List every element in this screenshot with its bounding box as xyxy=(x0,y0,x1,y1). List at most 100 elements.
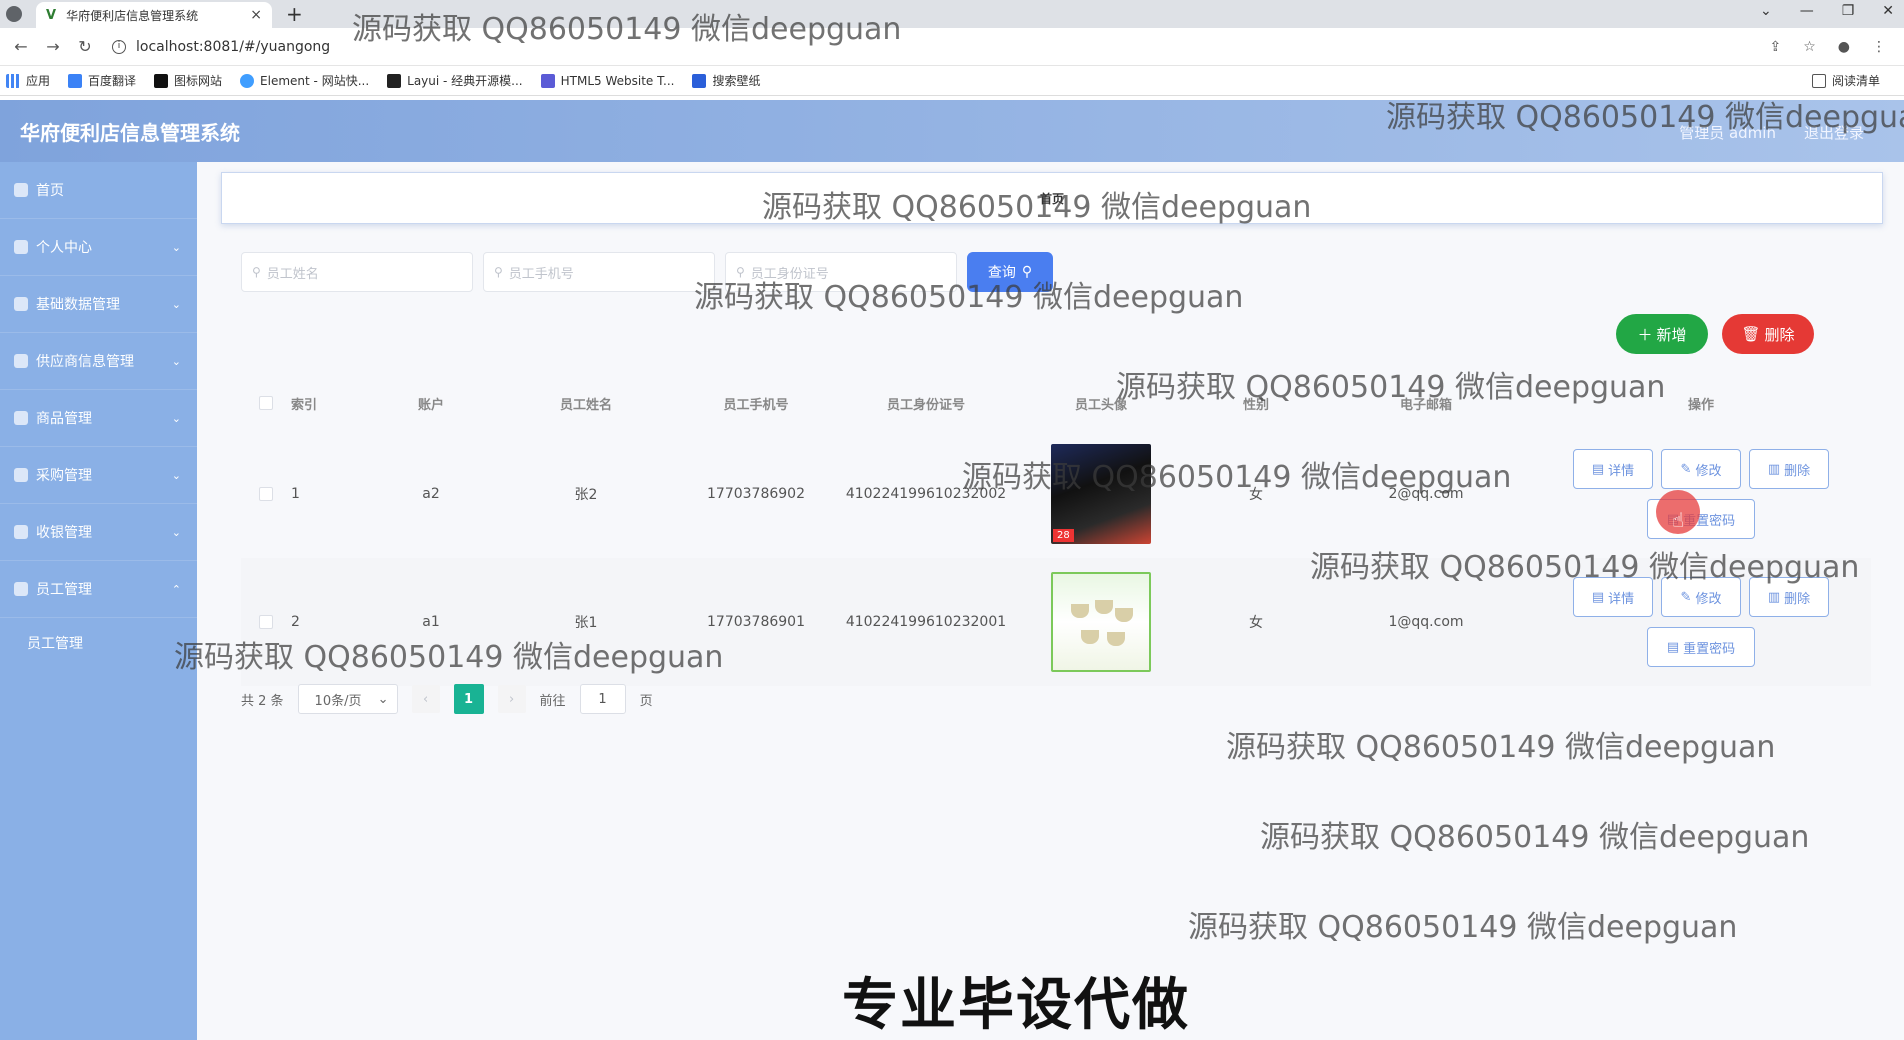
reload-icon[interactable]: ↻ xyxy=(72,37,98,56)
vue-favicon-icon: V xyxy=(46,7,57,23)
reading-list[interactable]: 阅读清单 xyxy=(1811,72,1880,89)
sidebar-item-cashier[interactable]: 收银管理 ⌄ xyxy=(0,504,197,561)
browser-menu-icon[interactable] xyxy=(6,6,22,22)
close-window-icon[interactable]: ✕ xyxy=(1882,3,1894,19)
bookmark-item[interactable]: Layui - 经典开源模... xyxy=(387,72,523,89)
cell-operations: ▤详情 ✎修改 ▥删除 ▤重置密码 xyxy=(1531,449,1871,539)
page-number-current[interactable]: 1 xyxy=(453,684,484,714)
sidebar: 首页 个人中心 ⌄ 基础数据管理 ⌄ 供应商信息管理 ⌄ 商品管理 ⌄ 采购管理 ⌄ 收银… xyxy=(0,162,197,1040)
col-idcard: 员工身份证号 xyxy=(886,397,965,413)
goto-prefix: 前往 xyxy=(539,693,566,709)
user-icon xyxy=(14,240,28,254)
sidebar-item-supplier[interactable]: 供应商信息管理 ⌄ xyxy=(0,333,197,390)
sidebar-item-label: 商品管理 xyxy=(36,411,92,427)
cell-account: a1 xyxy=(422,614,440,630)
staff-phone-input[interactable]: ⚲ 员工手机号 xyxy=(483,252,715,292)
bookmark-label: 应用 xyxy=(26,74,51,88)
url-text: localhost:8081/#/yuangong xyxy=(136,38,331,55)
select-all-checkbox[interactable] xyxy=(241,396,291,410)
bookmark-star-icon[interactable]: ☆ xyxy=(1803,39,1816,55)
detail-button[interactable]: ▤ 详情 xyxy=(1573,449,1653,489)
sidebar-item-label: 基础数据管理 xyxy=(36,297,120,313)
restore-icon[interactable]: ❐ xyxy=(1842,3,1855,19)
bookmark-apps[interactable]: 应用 xyxy=(6,72,50,89)
back-icon[interactable]: ← xyxy=(8,37,34,56)
add-button[interactable]: ＋新增 xyxy=(1616,314,1708,354)
tab-search-icon[interactable]: ⌄ xyxy=(1760,3,1772,19)
chevron-down-icon: ⌄ xyxy=(171,240,181,254)
sidebar-item-goods[interactable]: 商品管理 ⌄ xyxy=(0,390,197,447)
layui-icon xyxy=(387,73,402,88)
site-info-icon[interactable]: i xyxy=(112,39,126,54)
teacup-shape xyxy=(1081,630,1099,644)
cell-email: 1@qq.com xyxy=(1388,614,1464,630)
search-icon: ⚲ xyxy=(252,265,261,279)
prev-page-button[interactable]: ‹ xyxy=(411,685,440,713)
staff-name-input[interactable]: ⚲ 员工姓名 xyxy=(241,252,473,292)
action-bar: ＋新增 🗑 删除 xyxy=(1616,314,1814,354)
goto-page-input[interactable]: 1 xyxy=(579,684,626,714)
new-tab-button[interactable]: + xyxy=(286,2,303,26)
bookmark-item[interactable]: HTML5 Website T... xyxy=(540,73,674,88)
cell-name: 张1 xyxy=(574,615,598,631)
watermark: 源码获取 QQ86050149 微信deepguan xyxy=(762,190,1312,225)
watermark: 源码获取 QQ86050149 微信deepguan xyxy=(1116,370,1666,405)
bookmark-item[interactable]: 搜索壁纸 xyxy=(692,72,760,89)
teacup-shape xyxy=(1071,604,1089,618)
col-phone: 员工手机号 xyxy=(723,397,789,413)
reset-password-button[interactable]: ▤重置密码 xyxy=(1647,627,1755,667)
more-menu-icon[interactable]: ⋮ xyxy=(1872,39,1886,55)
share-icon[interactable]: ⇪ xyxy=(1769,39,1781,55)
row-checkbox[interactable] xyxy=(241,487,291,501)
col-account: 账户 xyxy=(417,397,444,413)
page-size-value: 10条/页 xyxy=(314,693,362,709)
bookmark-label: Layui - 经典开源模... xyxy=(407,74,523,88)
sidebar-item-profile[interactable]: 个人中心 ⌄ xyxy=(0,219,197,276)
tab-title: 华府便利店信息管理系统 xyxy=(66,8,199,23)
edit-button[interactable]: ✎ 修改 xyxy=(1661,449,1741,489)
placeholder: 员工手机号 xyxy=(508,266,574,282)
batch-delete-button[interactable]: 🗑 删除 xyxy=(1722,314,1814,354)
browser-tab[interactable]: V 华府便利店信息管理系统 × xyxy=(36,2,272,28)
sidebar-item-purchase[interactable]: 采购管理 ⌄ xyxy=(0,447,197,504)
cell-index: 2 xyxy=(291,614,300,630)
trash-icon: ▥ xyxy=(1767,589,1781,605)
document-icon: ▤ xyxy=(1666,639,1680,655)
next-page-button[interactable]: › xyxy=(497,685,526,713)
edit-icon: ✎ xyxy=(1680,461,1692,477)
sidebar-item-basic-data[interactable]: 基础数据管理 ⌄ xyxy=(0,276,197,333)
watermark: 源码获取 QQ86050149 微信deepguan xyxy=(694,280,1244,315)
cashier-icon xyxy=(14,525,28,539)
promo-banner: 专业毕设代做 xyxy=(842,973,1190,1038)
chevron-down-icon: ⌄ xyxy=(377,691,389,707)
teacup-shape xyxy=(1095,600,1113,614)
bookmark-item[interactable]: 百度翻译 xyxy=(68,72,136,89)
watermark: 源码获取 QQ86050149 微信deepguan xyxy=(962,460,1512,495)
reading-list-icon xyxy=(1811,73,1826,88)
wallpaper-icon xyxy=(692,73,707,88)
page-size-select[interactable]: 10条/页 ⌄ xyxy=(297,684,398,714)
delete-label: 删除 xyxy=(1764,325,1795,344)
photo-badge: 28 xyxy=(1053,529,1074,542)
cell-phone: 17703786902 xyxy=(707,486,805,502)
sidebar-item-home[interactable]: 首页 xyxy=(0,162,197,219)
forward-icon[interactable]: → xyxy=(40,37,66,56)
apps-grid-icon xyxy=(6,73,20,88)
sidebar-item-staff[interactable]: 员工管理 ⌃ xyxy=(0,561,197,618)
translate-icon xyxy=(68,73,83,88)
bookmark-label: 搜索壁纸 xyxy=(712,74,761,88)
minimize-icon[interactable]: — xyxy=(1800,3,1814,19)
delete-button[interactable]: ▥ 删除 xyxy=(1749,449,1829,489)
pagination: 共 2 条 10条/页 ⌄ ‹ 1 › 前往 1 页 xyxy=(241,684,653,714)
row-checkbox[interactable] xyxy=(241,615,291,629)
tab-close-icon[interactable]: × xyxy=(250,7,262,23)
bookmark-item[interactable]: 图标网站 xyxy=(154,72,222,89)
staff-avatar xyxy=(1051,572,1151,672)
document-icon: ▤ xyxy=(1591,589,1605,605)
profile-icon[interactable]: ● xyxy=(1838,39,1850,55)
trash-icon: 🗑 xyxy=(1741,325,1761,343)
sidebar-item-label: 个人中心 xyxy=(36,240,92,256)
bookmark-item[interactable]: Element - 网站快... xyxy=(240,72,369,89)
sidebar-subitem-staff[interactable]: 员工管理 xyxy=(0,618,197,668)
watermark: 源码获取 QQ86050149 微信deepguan xyxy=(1386,100,1904,135)
